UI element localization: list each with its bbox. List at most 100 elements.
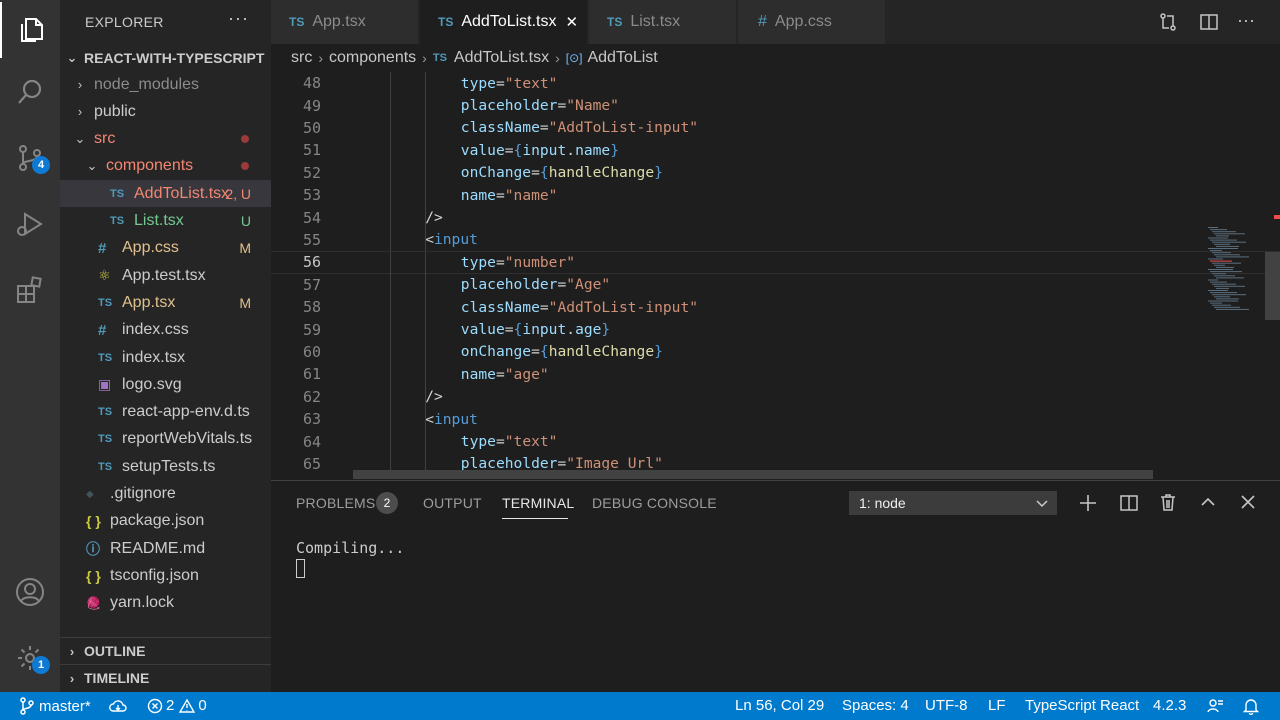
end-of-line[interactable]: LF: [988, 697, 1006, 714]
typescript-icon: TS: [289, 15, 305, 29]
tab-terminal[interactable]: TERMINAL: [502, 495, 574, 511]
code-line[interactable]: 54 />: [271, 206, 1280, 229]
explorer-activity[interactable]: [0, 2, 60, 58]
code-line[interactable]: 58 className="AddToList-input": [271, 296, 1280, 319]
minimap-line: [1212, 283, 1236, 285]
code-line[interactable]: 52 onChange={handleChange}: [271, 161, 1280, 184]
cloud-sync-icon[interactable]: [109, 698, 127, 714]
tree-file[interactable]: ⓘ README.md: [60, 535, 271, 562]
more-actions-icon[interactable]: ···: [1237, 10, 1255, 31]
tab-debug-console[interactable]: DEBUG CONSOLE: [592, 495, 717, 511]
tab-addtolist-tsx[interactable]: TS AddToList.tsx ✕: [420, 0, 588, 44]
code-line[interactable]: 50 className="AddToList-input": [271, 116, 1280, 140]
search-activity[interactable]: [0, 64, 60, 120]
code-line[interactable]: 56 type="number": [271, 251, 1280, 275]
code-line[interactable]: 48 type="text": [271, 72, 1280, 95]
tree-file[interactable]: { } package.json: [60, 508, 271, 535]
tree-file[interactable]: TS AddToList.tsx 2, U: [60, 180, 271, 208]
extensions-icon: [17, 276, 42, 303]
problems-status[interactable]: 2 0: [147, 697, 207, 714]
tree-file[interactable]: TS App.tsx M: [60, 289, 271, 316]
tree-file[interactable]: # App.css M: [60, 235, 271, 262]
tree-folder[interactable]: ⌄ src: [60, 126, 271, 153]
code-line[interactable]: 63 <input: [271, 408, 1280, 431]
ts-version[interactable]: 4.2.3: [1153, 697, 1186, 714]
vertical-scrollbar[interactable]: [1265, 252, 1280, 320]
tree-file[interactable]: TS setupTests.ts: [60, 453, 271, 480]
outline-section[interactable]: › OUTLINE: [60, 637, 271, 664]
code-line[interactable]: 57 placeholder="Age": [271, 273, 1280, 296]
breadcrumb-symbol[interactable]: AddToList: [587, 49, 657, 67]
code-line[interactable]: 64 type="text": [271, 430, 1280, 453]
minimap[interactable]: [1204, 72, 1264, 478]
bell-icon[interactable]: [1243, 697, 1259, 715]
tree-folder[interactable]: › public: [60, 98, 271, 125]
code-line[interactable]: 51 value={input.name}: [271, 139, 1280, 162]
code-line[interactable]: 49 placeholder="Name": [271, 94, 1280, 117]
code-line[interactable]: 60 onChange={handleChange}: [271, 340, 1280, 364]
cursor-position[interactable]: Ln 56, Col 29: [735, 697, 824, 714]
tab-problems[interactable]: PROBLEMS: [296, 495, 375, 511]
breadcrumb-src[interactable]: src: [291, 49, 312, 67]
chevron-right-icon: ›: [69, 643, 75, 659]
minimap-line: [1208, 248, 1238, 249]
run-debug-activity[interactable]: [0, 196, 60, 252]
tab-app-css[interactable]: # App.css: [738, 0, 886, 44]
new-terminal-icon[interactable]: [1078, 493, 1098, 513]
tree-folder[interactable]: ⌄ components: [60, 153, 271, 180]
terminal-select[interactable]: 1: node: [849, 491, 1057, 515]
line-number: 60: [302, 342, 321, 361]
indent-guide: [425, 161, 427, 184]
tree-file[interactable]: ◆ .gitignore: [60, 481, 271, 508]
workspace-root[interactable]: ⌄ REACT-WITH-TYPESCRIPT: [60, 44, 271, 71]
minimap-line: [1208, 290, 1228, 291]
split-editor-icon[interactable]: [1199, 12, 1219, 32]
tab-list-tsx[interactable]: TS List.tsx: [589, 0, 737, 44]
tree-file[interactable]: TS react-app-env.d.ts: [60, 399, 271, 426]
accounts-activity[interactable]: [0, 564, 60, 620]
encoding[interactable]: UTF-8: [925, 697, 968, 714]
split-terminal-icon[interactable]: [1119, 493, 1139, 513]
chevron-up-icon[interactable]: [1199, 493, 1217, 511]
extensions-activity[interactable]: [0, 262, 60, 318]
breadcrumb-components[interactable]: components: [329, 49, 416, 67]
code-editor[interactable]: 48 type="text" 49 placeholder="Name" 50 class…: [271, 72, 1280, 479]
indent-guide: [425, 296, 427, 319]
code-line[interactable]: 62 />: [271, 385, 1280, 408]
more-actions-icon[interactable]: ···: [228, 8, 249, 29]
horizontal-scrollbar[interactable]: [353, 470, 1153, 479]
code-line[interactable]: 59 value={input.age}: [271, 318, 1280, 341]
tree-folder[interactable]: › node_modules: [60, 71, 271, 98]
tree-file[interactable]: TS reportWebVitals.ts: [60, 426, 271, 453]
breadcrumb-file[interactable]: AddToList.tsx: [454, 49, 549, 67]
indent-guide: [425, 116, 427, 140]
tree-file[interactable]: TS List.tsx U: [60, 208, 271, 235]
tree-file[interactable]: TS index.tsx: [60, 344, 271, 371]
tree-file[interactable]: 🧶 yarn.lock: [60, 590, 271, 617]
close-icon[interactable]: ✕: [566, 13, 579, 31]
tab-output[interactable]: OUTPUT: [423, 495, 482, 511]
code-line[interactable]: 53 name="name": [271, 184, 1280, 207]
timeline-section[interactable]: › TIMELINE: [60, 664, 271, 691]
account-icon: [16, 578, 44, 606]
tree-file[interactable]: ⚛ App.test.tsx: [60, 262, 271, 289]
close-icon[interactable]: [1239, 493, 1257, 511]
code-line[interactable]: 61 name="age": [271, 363, 1280, 386]
code-line[interactable]: 55 <input: [271, 228, 1280, 252]
yarn-file-icon: 🧶: [86, 596, 101, 611]
source-control-activity[interactable]: 4: [0, 130, 60, 186]
tree-file[interactable]: # index.css: [60, 317, 271, 344]
indentation[interactable]: Spaces: 4: [842, 697, 909, 714]
code-text: <input: [425, 410, 478, 428]
feedback-icon[interactable]: [1206, 698, 1224, 714]
terminal-output[interactable]: Compiling...: [296, 539, 404, 578]
git-decoration: U: [240, 213, 251, 229]
language-mode[interactable]: TypeScript React: [1025, 697, 1139, 714]
trash-icon[interactable]: [1158, 492, 1178, 512]
compare-changes-icon[interactable]: [1158, 12, 1178, 32]
tree-file[interactable]: ▣ logo.svg: [60, 371, 271, 398]
tree-file[interactable]: { } tsconfig.json: [60, 562, 271, 589]
branch-status[interactable]: master*: [19, 697, 91, 715]
tab-app-tsx[interactable]: TS App.tsx: [271, 0, 419, 44]
manage-activity[interactable]: 1: [0, 630, 60, 686]
